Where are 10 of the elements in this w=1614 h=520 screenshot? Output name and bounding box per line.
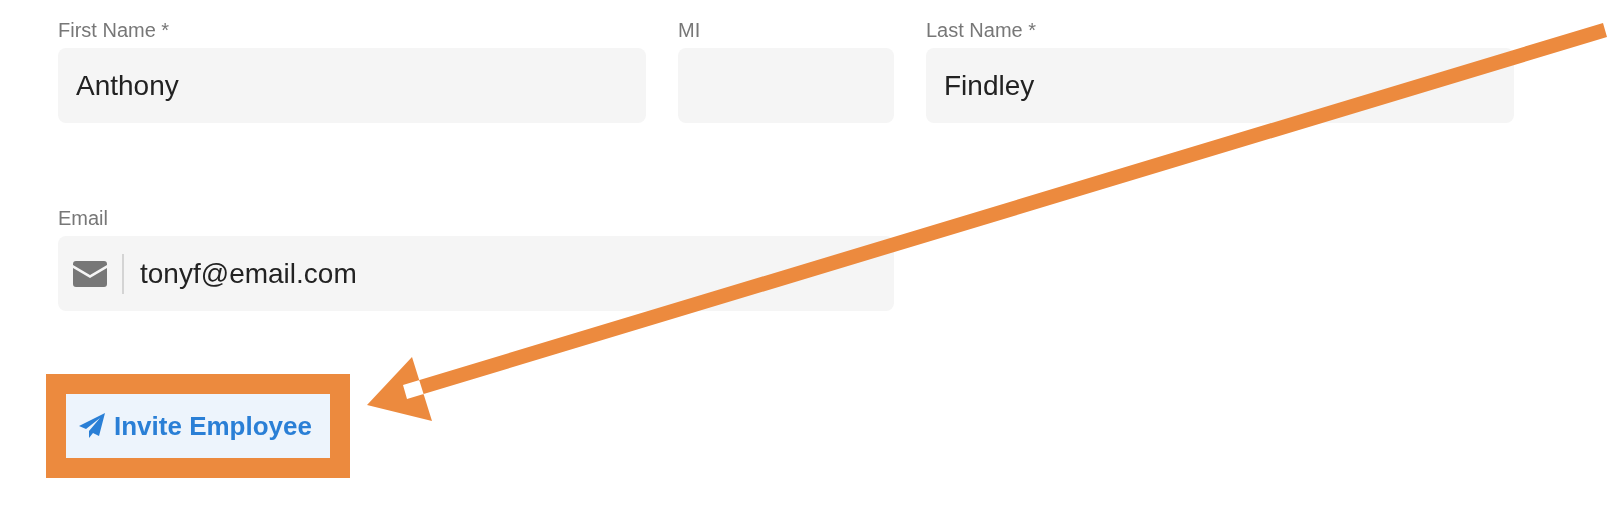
email-field[interactable]: tonyf@email.com (58, 236, 894, 311)
paper-plane-icon (78, 412, 106, 440)
field-label: Email (58, 206, 109, 230)
text-field[interactable]: Anthony (58, 48, 646, 123)
text-field[interactable]: Findley (926, 48, 1514, 123)
field-label: First Name * (58, 18, 171, 42)
invite-button[interactable]: Invite Employee (66, 394, 330, 458)
field-label: MI (678, 18, 702, 42)
envelope-icon (73, 260, 107, 287)
field-label: Last Name * (926, 18, 1038, 42)
